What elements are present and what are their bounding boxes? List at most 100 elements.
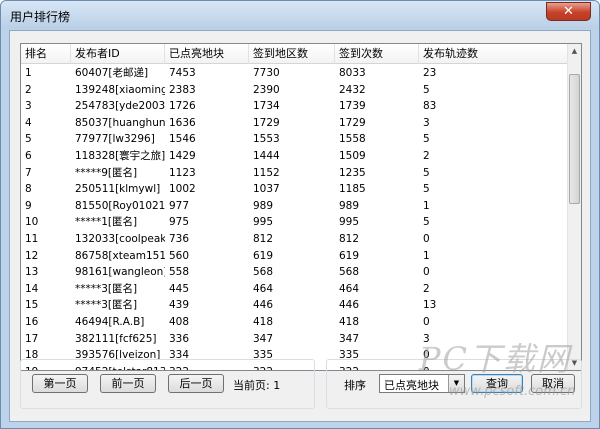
sort-select[interactable]: 已点亮地块 ▼ xyxy=(379,374,465,393)
current-page-label: 当前页: 1 xyxy=(233,379,281,392)
tracks-cell: 3 xyxy=(423,116,430,129)
rank-cell: 6 xyxy=(25,149,32,162)
checkin-count-cell: 1739 xyxy=(339,100,366,113)
table-row[interactable]: 4 85037[huanghun... 1636 1729 1729 3 xyxy=(21,115,569,132)
publisher-id-cell: 46494[R.A.B] xyxy=(75,315,145,328)
lit-blocks-cell: 1726 xyxy=(169,100,196,113)
publisher-id-cell: 60407[老邮递] xyxy=(75,67,149,79)
checkin-count-cell: 812 xyxy=(339,232,360,245)
prev-page-button[interactable]: 前一页 xyxy=(100,374,156,393)
checkin-count-cell: 8033 xyxy=(339,67,366,79)
publisher-id-cell: 86758[xteam1512] xyxy=(75,249,165,262)
next-page-button[interactable]: 后一页 xyxy=(168,374,224,393)
tracks-cell: 0 xyxy=(423,232,430,245)
column-header-checkin-count[interactable]: 签到次数 xyxy=(335,44,419,64)
table-row[interactable]: 13 98161[wangleon] 558 568 568 0 xyxy=(21,264,569,281)
publisher-id-cell: 250511[klmywl] xyxy=(75,183,161,196)
tracks-cell: 2 xyxy=(423,282,430,295)
checkin-count-cell: 2432 xyxy=(339,83,366,96)
lit-blocks-cell: 408 xyxy=(169,315,190,328)
column-header-checkin-regions[interactable]: 签到地区数 xyxy=(249,44,335,64)
tracks-cell: 1 xyxy=(423,249,430,262)
checkin-count-cell: 1185 xyxy=(339,183,366,196)
rank-cell: 3 xyxy=(25,100,32,113)
table-row[interactable]: 10 *****1[匿名] 975 995 995 5 xyxy=(21,214,569,231)
checkin-count-cell: 1558 xyxy=(339,133,366,146)
scroll-up-arrow-icon[interactable]: ▲ xyxy=(568,44,581,58)
column-header-tracks[interactable]: 发布轨迹数 xyxy=(419,44,569,64)
rank-cell: 5 xyxy=(25,133,32,146)
query-button[interactable]: 查询 xyxy=(471,374,523,393)
rank-cell: 11 xyxy=(25,232,39,245)
checkin-regions-cell: 446 xyxy=(253,299,274,312)
title-bar[interactable]: 用户排行榜 ✕ xyxy=(1,1,599,29)
rank-cell: 2 xyxy=(25,83,32,96)
table-row[interactable]: 5 77977[lw3296] 1546 1553 1558 5 xyxy=(21,131,569,148)
table-row[interactable]: 12 86758[xteam1512] 560 619 619 1 xyxy=(21,248,569,265)
tracks-cell: 5 xyxy=(423,83,430,96)
rank-cell: 12 xyxy=(25,249,39,262)
table-row[interactable]: 3 254783[yde2003] 1726 1734 1739 83 xyxy=(21,98,569,115)
lit-blocks-cell: 1636 xyxy=(169,116,196,129)
lit-blocks-cell: 445 xyxy=(169,282,190,295)
lit-blocks-cell: 975 xyxy=(169,216,190,229)
checkin-count-cell: 1509 xyxy=(339,149,366,162)
table-row[interactable]: 15 *****3[匿名] 439 446 446 13 xyxy=(21,297,569,314)
chevron-down-icon[interactable]: ▼ xyxy=(448,375,464,392)
rank-cell: 10 xyxy=(25,216,39,229)
rank-cell: 16 xyxy=(25,315,39,328)
checkin-count-cell: 347 xyxy=(339,332,360,345)
table-row[interactable]: 16 46494[R.A.B] 408 418 418 0 xyxy=(21,314,569,331)
table-row[interactable]: 1 60407[老邮递] 7453 7730 8033 23 xyxy=(21,65,569,82)
publisher-id-cell: 98161[wangleon] xyxy=(75,266,165,279)
ranking-list[interactable]: 排名 发布者ID 已点亮地块 签到地区数 签到次数 发布轨迹数 1 60407[老… xyxy=(20,43,582,371)
checkin-count-cell: 446 xyxy=(339,299,360,312)
vertical-scrollbar[interactable]: ▲ ▼ xyxy=(567,44,581,370)
rank-cell: 7 xyxy=(25,166,32,179)
lit-blocks-cell: 1429 xyxy=(169,149,196,162)
close-button[interactable]: ✕ xyxy=(546,2,591,21)
tracks-cell: 5 xyxy=(423,183,430,196)
scrollbar-thumb[interactable] xyxy=(569,74,580,204)
tracks-cell: 2 xyxy=(423,149,430,162)
tracks-cell: 5 xyxy=(423,216,430,229)
tracks-cell: 5 xyxy=(423,166,430,179)
table-row[interactable]: 6 118328[寰宇之旅] 1429 1444 1509 2 xyxy=(21,148,569,165)
table-row[interactable]: 8 250511[klmywl] 1002 1037 1185 5 xyxy=(21,181,569,198)
checkin-count-cell: 1729 xyxy=(339,116,366,129)
checkin-regions-cell: 989 xyxy=(253,199,274,212)
publisher-id-cell: 132033[coolpeak] xyxy=(75,232,165,245)
list-header: 排名 发布者ID 已点亮地块 签到地区数 签到次数 发布轨迹数 xyxy=(21,44,569,64)
publisher-id-cell: 139248[xiaomingt... xyxy=(75,83,165,96)
checkin-regions-cell: 347 xyxy=(253,332,274,345)
checkin-regions-cell: 1734 xyxy=(253,100,280,113)
lit-blocks-cell: 560 xyxy=(169,249,190,262)
rank-cell: 15 xyxy=(25,299,39,312)
cancel-button[interactable]: 取消 xyxy=(531,374,575,393)
checkin-regions-cell: 418 xyxy=(253,315,274,328)
table-row[interactable]: 17 382111[fcf625] 336 347 347 3 xyxy=(21,331,569,348)
lit-blocks-cell: 439 xyxy=(169,299,190,312)
column-header-lit-blocks[interactable]: 已点亮地块 xyxy=(165,44,249,64)
table-row[interactable]: 14 *****3[匿名] 445 464 464 2 xyxy=(21,281,569,298)
checkin-regions-cell: 1444 xyxy=(253,149,280,162)
lit-blocks-cell: 736 xyxy=(169,232,190,245)
lit-blocks-cell: 1123 xyxy=(169,166,196,179)
first-page-button[interactable]: 第一页 xyxy=(32,374,88,393)
publisher-id-cell: 77977[lw3296] xyxy=(75,133,155,146)
checkin-regions-cell: 1729 xyxy=(253,116,280,129)
publisher-id-cell: *****9[匿名] xyxy=(75,166,138,179)
table-row[interactable]: 2 139248[xiaomingt... 2383 2390 2432 5 xyxy=(21,82,569,99)
table-row[interactable]: 11 132033[coolpeak] 736 812 812 0 xyxy=(21,231,569,248)
checkin-regions-cell: 812 xyxy=(253,232,274,245)
lit-blocks-cell: 977 xyxy=(169,199,190,212)
table-row[interactable]: 7 *****9[匿名] 1123 1152 1235 5 xyxy=(21,165,569,182)
checkin-regions-cell: 1553 xyxy=(253,133,280,146)
tracks-cell: 1 xyxy=(423,199,430,212)
column-header-publisher-id[interactable]: 发布者ID xyxy=(71,44,165,64)
lit-blocks-cell: 1546 xyxy=(169,133,196,146)
table-row[interactable]: 9 81550[Roy010218] 977 989 989 1 xyxy=(21,198,569,215)
publisher-id-cell: 85037[huanghun... xyxy=(75,116,165,129)
column-header-rank[interactable]: 排名 xyxy=(21,44,71,64)
checkin-regions-cell: 7730 xyxy=(253,67,280,79)
